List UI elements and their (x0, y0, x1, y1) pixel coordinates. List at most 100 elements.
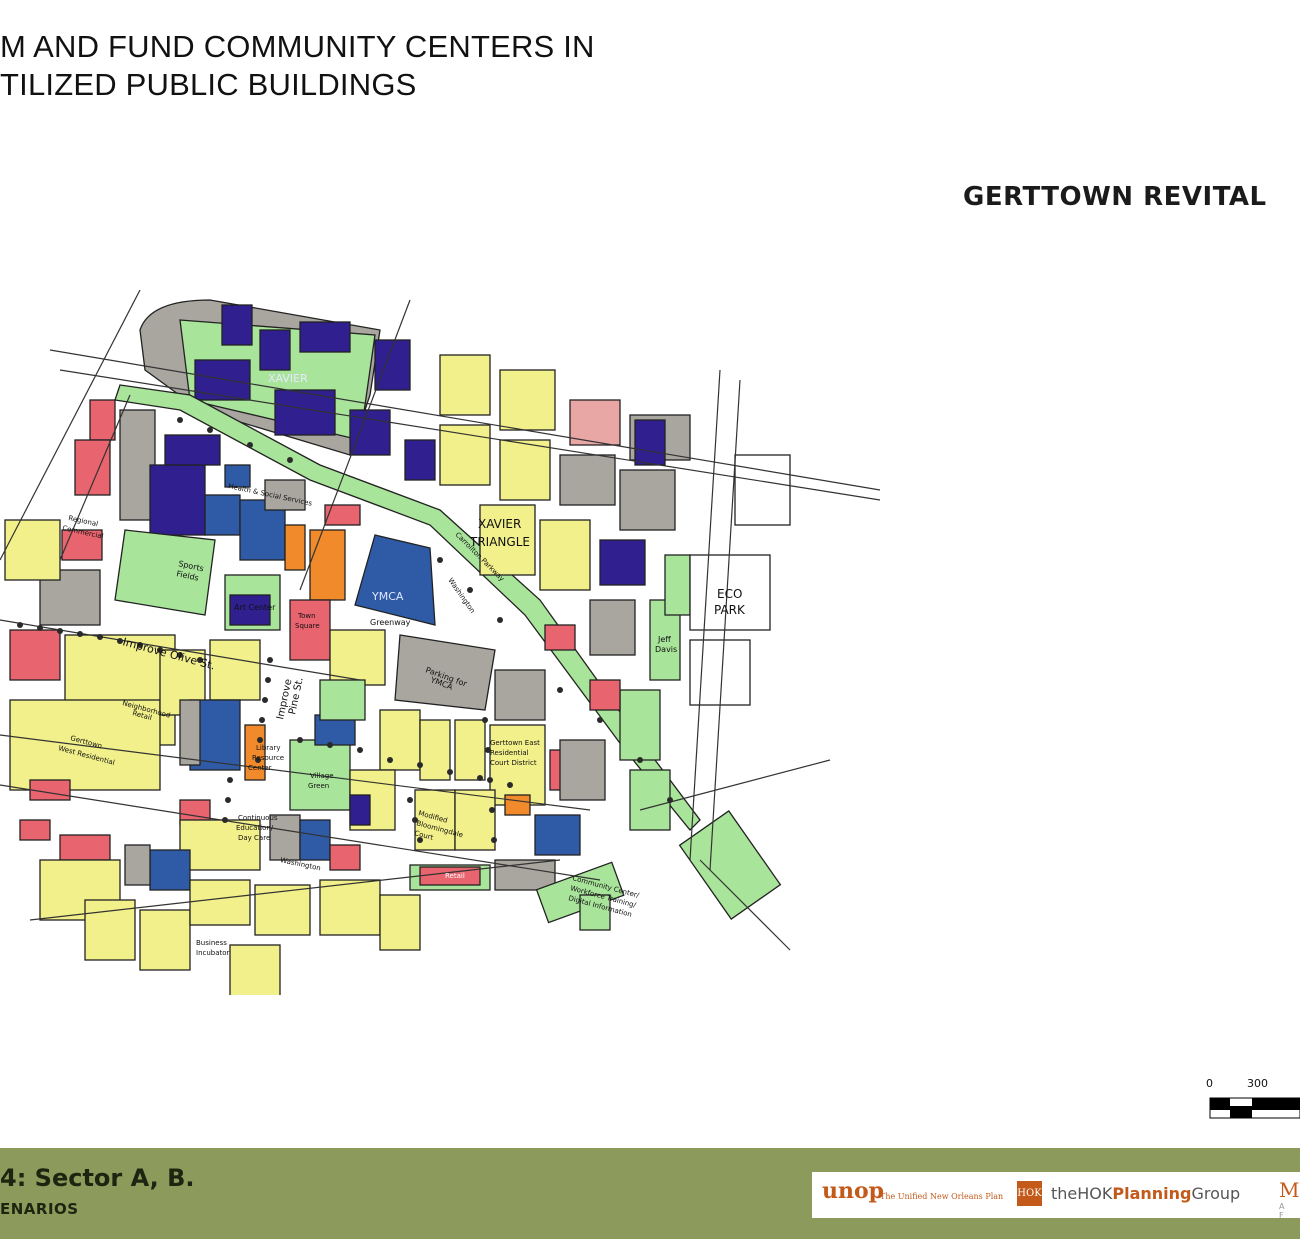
ma-logo-sub: A F (1279, 1202, 1288, 1220)
gerttown-east-label-2: Residential (490, 749, 529, 757)
residential-block (189, 879, 251, 926)
residential-block (539, 519, 591, 591)
green-strip (619, 689, 661, 761)
library-label-2: Resource (252, 754, 284, 762)
civic-blue-building (534, 814, 581, 856)
eco-park-label-1: ECO (717, 587, 742, 601)
open-block (689, 639, 751, 706)
continuous-ed-label-3: Day Care (238, 834, 270, 842)
retail-block (19, 819, 51, 841)
orange-building (504, 794, 531, 816)
open-block (734, 454, 791, 526)
title-line-1: M AND FUND COMMUNITY CENTERS IN (0, 29, 595, 64)
art-center-label: Art Center (234, 603, 276, 612)
residential-block (499, 369, 556, 431)
title-line-2: TILIZED PUBLIC BUILDINGS (0, 67, 417, 102)
gray-block (589, 599, 636, 656)
plan-subtitle: GERTTOWN REVITAL (963, 182, 1267, 212)
residential-block (454, 719, 486, 781)
ma-logo: Ma (1279, 1178, 1300, 1202)
jeff-davis-label-2: Davis (655, 645, 677, 654)
residential-block (229, 944, 281, 995)
gray-block (619, 469, 676, 531)
gray-block (559, 454, 616, 506)
orange-building (309, 529, 346, 601)
residential-block (379, 894, 421, 951)
xavier-building (404, 439, 436, 481)
xavier-building (599, 539, 646, 586)
retail-block (329, 844, 361, 871)
residential-block (379, 709, 421, 771)
gray-block (494, 669, 546, 721)
green-strip (678, 810, 782, 920)
xavier-triangle-label-2: TRIANGLE (469, 535, 530, 549)
xavier-building (299, 321, 351, 353)
residential-block (254, 884, 311, 936)
scale-tick-0: 0 (1206, 1077, 1213, 1090)
residential-block (419, 719, 451, 781)
green-strip (629, 769, 671, 831)
business-incubator-label-2: Incubator (196, 949, 230, 957)
eco-park-label-2: PARK (714, 603, 746, 617)
library-label-1: Library (256, 744, 280, 752)
gerttown-east-label-3: Court District (490, 759, 537, 767)
partner-logos: unop The Unified New Orleans Plan HOK th… (812, 1172, 1300, 1220)
retail-block (74, 439, 111, 496)
footer-scenarios: ENARIOS (0, 1200, 79, 1218)
village-green-label-2: Green (308, 782, 329, 790)
scale-tick-300: 300 (1247, 1077, 1268, 1090)
retail-block (89, 399, 116, 441)
hok-badge-icon: HOK (1017, 1181, 1042, 1206)
civic-blue-building (204, 494, 241, 536)
xavier-label: XAVIER (268, 372, 308, 385)
retail-block (29, 779, 71, 801)
residential-block (454, 789, 496, 851)
retail-block (59, 834, 111, 861)
residential-block (4, 519, 61, 581)
civic-blue-building (149, 849, 191, 891)
footer-bar: 4: Sector A, B. ENARIOS unop The Unified… (0, 1148, 1300, 1239)
continuous-ed-label-2: Education/ (236, 824, 274, 832)
gray-block (179, 699, 201, 766)
unop-tagline: The Unified New Orleans Plan (880, 1192, 1004, 1201)
unop-logo: unop (822, 1178, 885, 1204)
xavier-triangle-label-1: XAVIER (478, 517, 521, 531)
xavier-building (194, 359, 251, 401)
scale-bar-graphic (1209, 1097, 1300, 1119)
greenway-label: Greenway (370, 618, 411, 627)
gray-block (124, 844, 151, 886)
town-square (289, 599, 331, 661)
library-label-3: Center (248, 764, 272, 772)
town-square-label-2: Square (295, 622, 320, 630)
civic-blue-building (299, 819, 331, 861)
civic-block (569, 399, 621, 446)
hok-logo-text: theHOKPlanningGroup (1051, 1184, 1241, 1203)
neighborhood-plan-map: XAVIER XAVIER TRIANGLE ECO PARK YMCA Gre… (0, 289, 881, 995)
residential-block (139, 909, 191, 971)
xavier-building (634, 419, 666, 466)
xavier-building (349, 794, 371, 826)
washington-road-label-2: Washington (446, 577, 476, 615)
footer-sector-title: 4: Sector A, B. (0, 1164, 195, 1192)
ymca-label: YMCA (371, 590, 404, 603)
xavier-building (259, 329, 291, 371)
retail-block (324, 504, 361, 526)
retail-block (9, 629, 61, 681)
retail-block (544, 624, 576, 651)
village-green-label-1: Village (310, 772, 334, 780)
green-block (319, 679, 366, 721)
ymca-building (354, 534, 436, 626)
residential-block (319, 879, 381, 936)
retail-block (589, 679, 621, 711)
gray-block (559, 739, 606, 801)
retail-label: Retail (445, 872, 465, 880)
residential-block (209, 639, 261, 701)
jeff-davis-label-1: Jeff (657, 635, 671, 644)
xavier-building (221, 304, 253, 346)
town-square-label-1: Town (297, 612, 316, 620)
business-incubator-label-1: Business (196, 939, 227, 947)
green-strip (664, 554, 691, 616)
residential-block (439, 354, 491, 416)
gerttown-east-label-1: Gerttown East (490, 739, 540, 747)
orange-building (284, 524, 306, 571)
